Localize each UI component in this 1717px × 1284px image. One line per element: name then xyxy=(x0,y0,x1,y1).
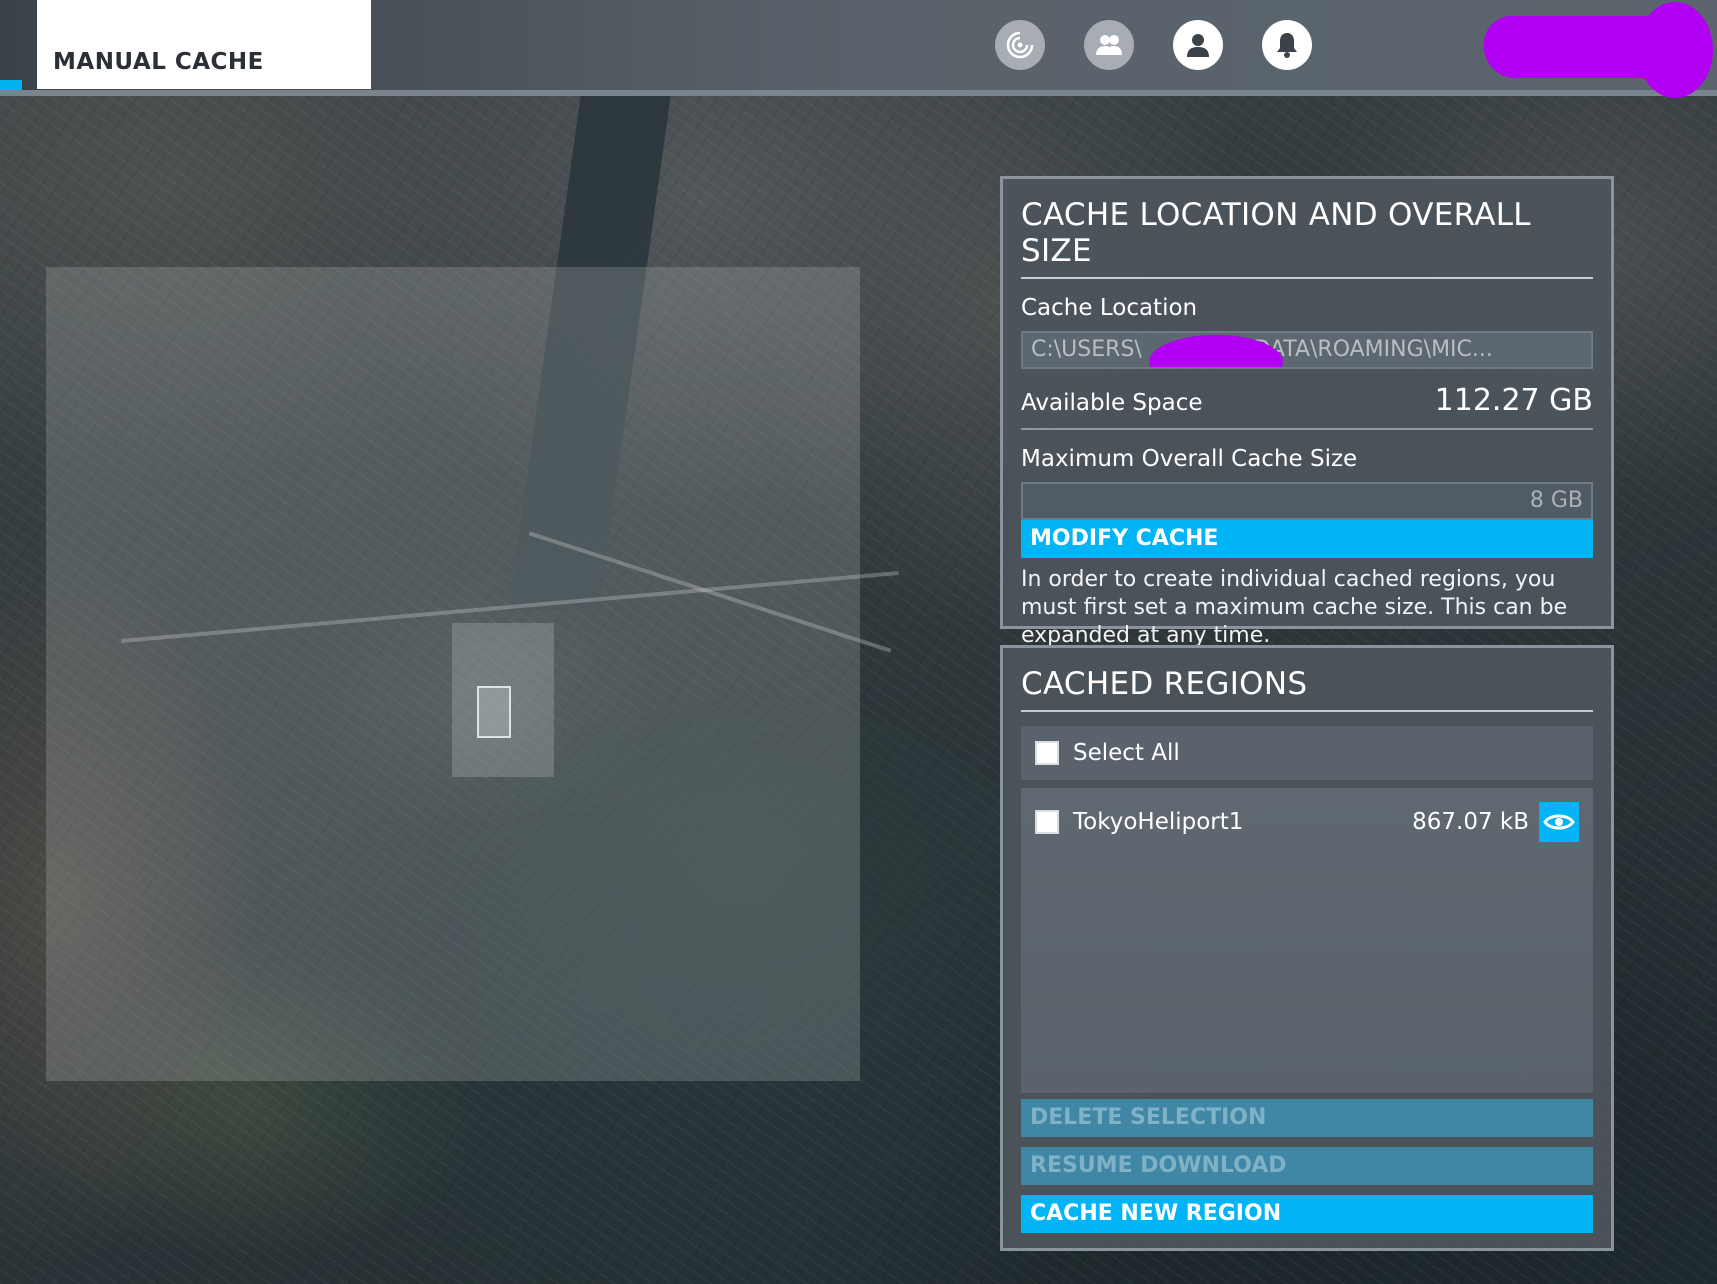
region-name: TokyoHeliport1 xyxy=(1073,809,1244,835)
available-space-value: 112.27 GB xyxy=(1434,383,1593,418)
notifications-icon[interactable] xyxy=(1262,20,1312,70)
page-title-tab: MANUAL CACHE xyxy=(37,0,371,89)
cache-location-panel: CACHE LOCATION AND OVERALL SIZE Cache Lo… xyxy=(1000,176,1614,648)
cache-hint-text: In order to create individual cached reg… xyxy=(1021,567,1568,648)
modify-cache-button[interactable]: MODIFY CACHE xyxy=(1021,520,1593,558)
cached-regions-panel: CACHED REGIONS Select All TokyoHeliport1… xyxy=(1000,645,1614,1251)
select-all-row[interactable]: Select All xyxy=(1021,726,1593,780)
list-item[interactable]: TokyoHeliport1 867.07 kB xyxy=(1035,800,1579,844)
region-size: 867.07 kB xyxy=(1412,809,1529,835)
select-all-checkbox[interactable] xyxy=(1035,741,1059,765)
region-marker[interactable] xyxy=(477,686,511,738)
cached-regions-title: CACHED REGIONS xyxy=(1021,648,1593,712)
delete-selection-button[interactable]: DELETE SELECTION xyxy=(1021,1099,1593,1137)
activity-icon[interactable] xyxy=(995,20,1045,70)
available-space-row: Available Space 112.27 GB xyxy=(1021,383,1593,430)
cache-location-field[interactable]: C:\USERS\ APPDATA\ROAMING\MIC... xyxy=(1021,331,1593,369)
region-actions: DELETE SELECTION RESUME DOWNLOAD CACHE N… xyxy=(1021,1099,1593,1233)
topbar-accent xyxy=(0,80,22,90)
max-cache-size-label: Maximum Overall Cache Size xyxy=(1021,446,1358,472)
max-cache-size-field[interactable]: 8 GB xyxy=(1021,482,1593,520)
cached-regions-list[interactable]: TokyoHeliport1 867.07 kB xyxy=(1021,788,1593,1093)
page-title: MANUAL CACHE xyxy=(53,49,264,75)
select-all-label: Select All xyxy=(1073,740,1180,766)
resume-download-button[interactable]: RESUME DOWNLOAD xyxy=(1021,1147,1593,1185)
profile-icon[interactable] xyxy=(1173,20,1223,70)
top-bar: MANUAL CACHE xyxy=(0,0,1717,98)
region-checkbox[interactable] xyxy=(1035,810,1059,834)
available-space-label: Available Space xyxy=(1021,390,1203,416)
cache-location-title: CACHE LOCATION AND OVERALL SIZE xyxy=(1021,179,1593,279)
cache-new-region-button[interactable]: CACHE NEW REGION xyxy=(1021,1195,1593,1233)
friends-icon[interactable] xyxy=(1084,20,1134,70)
redacted-username xyxy=(1484,2,1713,98)
view-region-button[interactable] xyxy=(1539,802,1579,842)
cache-location-label: Cache Location xyxy=(1021,295,1198,321)
eye-icon xyxy=(1543,814,1575,830)
